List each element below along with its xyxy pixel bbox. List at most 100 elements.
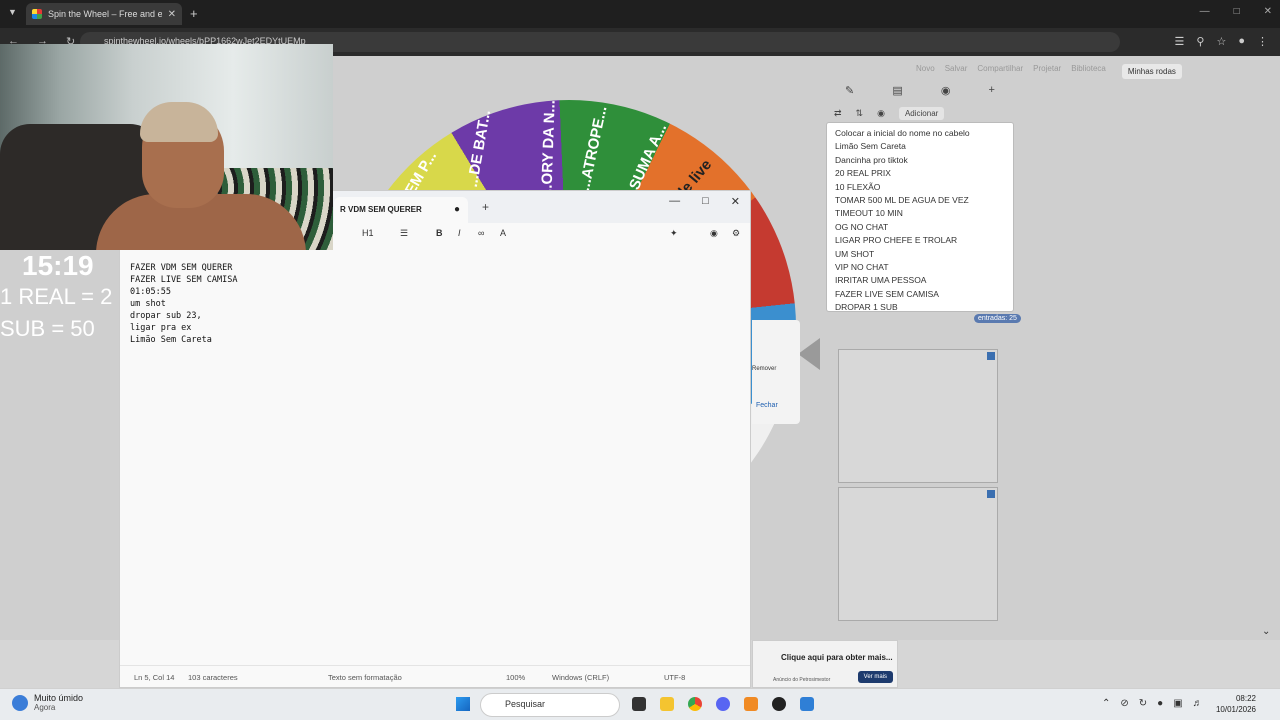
close-window-icon[interactable]: ✕ (1264, 6, 1272, 17)
entries-textarea[interactable]: Colocar a inicial do nome no cabelo Limã… (826, 122, 1014, 312)
close-button[interactable]: Fechar (756, 402, 778, 409)
entry-line: Dancinha pro tiktok (835, 154, 908, 165)
chrome-icon[interactable] (688, 697, 702, 711)
minimize-icon[interactable]: — (1200, 6, 1210, 17)
maximize-icon[interactable]: □ (702, 195, 709, 208)
tray-chevron-icon[interactable]: ⌃ (1102, 698, 1110, 709)
taskbar: Muito úmido Agora Pesquisar ⌃ ⊘ ↻ ● ▣ ♬ … (0, 688, 1280, 720)
star-icon[interactable]: ☆ (1216, 35, 1226, 48)
zoom-icon[interactable]: ⚲ (1196, 35, 1204, 48)
system-tray: ⌃ ⊘ ↻ ● ▣ ♬ (1102, 698, 1203, 709)
notepad-text[interactable]: FAZER VDM SEM QUERER FAZER LIVE SEM CAMIS… (130, 250, 237, 358)
clock-date: 10/01/2026 (1215, 705, 1256, 714)
scroll-down-icon[interactable]: ⌄ (1262, 626, 1270, 637)
menu-icon[interactable]: ⋮ (1257, 35, 1268, 48)
ad-choices-icon[interactable] (987, 352, 995, 360)
notepad-statusbar: Ln 5, Col 14 103 caracteres Texto sem fo… (120, 665, 750, 687)
heading-dropdown[interactable]: H1 (362, 228, 374, 238)
entry-line: OG NO CHAT (835, 221, 889, 232)
ad-text: Clique aqui para obter mais... (781, 653, 893, 662)
ad-slot-2[interactable] (838, 487, 998, 621)
profile-icon[interactable]: ● (1238, 35, 1245, 48)
clipboard-icon[interactable]: ▤ (892, 84, 902, 102)
close-window-icon[interactable]: ✕ (731, 195, 740, 208)
minimize-icon[interactable]: — (669, 195, 680, 208)
ad-button[interactable]: Ver mais (857, 671, 893, 683)
tab-menu-icon[interactable]: ▼ (8, 7, 17, 17)
italic-icon[interactable]: I (458, 228, 461, 238)
maximize-icon[interactable]: □ (1234, 6, 1240, 17)
clock[interactable]: 08:22 10/01/2026 (1216, 693, 1256, 715)
page-toolbar: Novo Salvar Compartilhar Projetar Biblio… (916, 64, 1182, 79)
taskbar-apps (632, 697, 814, 711)
weather-sub: Agora (34, 703, 56, 712)
entry-line: LIGAR PRO CHEFE E TROLAR (835, 235, 958, 246)
bottom-ad[interactable]: Clique aqui para obter mais... Anúncio d… (752, 640, 898, 688)
entries-count-badge: entradas: 25 (974, 314, 1021, 323)
line-ending: Windows (CRLF) (552, 673, 610, 682)
obs-icon[interactable] (772, 697, 786, 711)
note-line: FAZER VDM SEM QUERER (130, 263, 233, 273)
notepad-icon[interactable] (800, 697, 814, 711)
note-line: Limão Sem Careta (130, 335, 212, 345)
entry-line: Limão Sem Careta (835, 141, 906, 152)
pencil-icon[interactable]: ✎ (845, 84, 854, 102)
tab-title: Spin the Wheel – Free and easy (48, 9, 162, 19)
account-icon[interactable]: ◉ (710, 228, 718, 239)
minhas-rodas-button[interactable]: Minhas rodas (1121, 64, 1182, 79)
close-tab-icon[interactable]: ✕ (168, 9, 176, 20)
list-icon[interactable]: ☰ (400, 228, 408, 239)
settings-icon[interactable]: ⚙ (732, 228, 740, 239)
translate-icon[interactable]: ☰ (1175, 35, 1185, 48)
new-tab-button[interactable]: + (190, 6, 198, 21)
toolbar-novo[interactable]: Novo (916, 64, 935, 79)
image-icon[interactable]: ◉ (877, 108, 885, 119)
clear-format-icon[interactable]: A (500, 228, 506, 238)
window-controls: — □ ✕ (1200, 6, 1272, 17)
eye-hide-icon[interactable]: ◉ (941, 84, 951, 102)
shuffle-icon[interactable]: ⇄ (834, 108, 842, 119)
weather-widget[interactable]: Muito úmido Agora (12, 693, 83, 713)
stream-price-line2: SUB = 50 (0, 316, 95, 341)
toolbar-salvar[interactable]: Salvar (945, 64, 968, 79)
stream-price-line1: 1 REAL = 2 (0, 284, 113, 309)
plus-icon[interactable]: + (989, 84, 995, 102)
text-format: Texto sem formatação (328, 673, 402, 682)
monitor-icon[interactable]: ▣ (1173, 698, 1182, 709)
toolbar-compartilhar[interactable]: Compartilhar (977, 64, 1023, 79)
entry-line: DROPAR 1 SUB (835, 302, 898, 312)
entry-line: 20 REAL PRIX (835, 168, 891, 179)
bold-icon[interactable]: B (436, 228, 443, 238)
network-off-icon[interactable]: ⊘ (1120, 698, 1128, 709)
remove-button[interactable]: Remover (752, 366, 776, 372)
browser-tab-bar: ▼ Spin the Wheel – Free and easy ✕ + — □… (0, 0, 1280, 28)
entry-line: VIP NO CHAT (835, 262, 889, 273)
address-icons: ☰ ⚲ ☆ ● ⋮ (1175, 35, 1268, 48)
start-icon[interactable] (456, 697, 470, 711)
toolbar-biblioteca[interactable]: Biblioteca (1071, 64, 1106, 79)
ad-choices-icon[interactable] (987, 490, 995, 498)
taskbar-search[interactable]: Pesquisar (480, 693, 620, 717)
notepad-tab[interactable]: R VDM SEM QUERER ● (334, 197, 468, 223)
link-icon[interactable]: ∞ (478, 228, 484, 238)
sync-icon[interactable]: ↻ (1139, 698, 1147, 709)
task-view-icon[interactable] (632, 697, 646, 711)
note-line: um shot (130, 299, 166, 309)
stream-timer: 15:19 (22, 250, 94, 281)
zoom-level[interactable]: 100% (506, 673, 525, 682)
notepad-new-tab-button[interactable]: + (482, 200, 489, 214)
notepad-tab-title: R VDM SEM QUERER (340, 205, 422, 214)
discord-icon[interactable] (716, 697, 730, 711)
volume-icon[interactable]: ♬ (1193, 698, 1203, 709)
app-icon[interactable] (744, 697, 758, 711)
unsaved-dot-icon[interactable]: ● (454, 204, 460, 215)
browser-tab[interactable]: Spin the Wheel – Free and easy ✕ (26, 3, 182, 25)
add-image-button[interactable]: Adicionar (898, 106, 945, 120)
ad-slot-1[interactable] (838, 349, 998, 483)
file-explorer-icon[interactable] (660, 697, 674, 711)
wheel-label: ...ORY DA N... (538, 99, 559, 198)
copilot-icon[interactable]: ✦ (670, 228, 678, 239)
toolbar-projetar[interactable]: Projetar (1033, 64, 1061, 79)
mic-icon[interactable]: ● (1157, 698, 1163, 709)
sort-icon[interactable]: ⇅ (856, 108, 864, 119)
